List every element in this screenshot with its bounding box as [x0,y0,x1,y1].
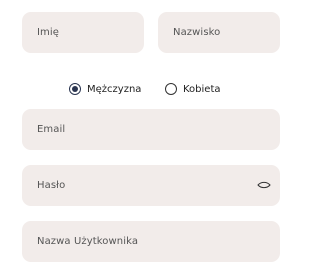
username-field[interactable]: Nazwa Użytkownika [22,221,280,262]
radio-female[interactable] [165,83,177,95]
username-placeholder: Nazwa Użytkownika [37,236,139,247]
radio-male-checked[interactable] [69,83,81,95]
gender-option-female[interactable]: Kobieta [165,80,221,98]
eye-icon[interactable] [257,180,271,190]
gender-option-male[interactable]: Mężczyzna [69,80,141,98]
gender-label-male: Mężczyzna [87,83,142,95]
password-placeholder: Hasło [37,180,66,191]
last-name-placeholder: Nazwisko [173,27,221,38]
email-placeholder: Email [37,124,66,135]
gender-label-female: Kobieta [183,83,221,95]
last-name-field[interactable]: Nazwisko [158,12,280,53]
first-name-placeholder: Imię [37,27,60,38]
password-field[interactable]: Hasło [22,165,280,206]
email-field[interactable]: Email [22,109,280,150]
first-name-field[interactable]: Imię [22,12,144,53]
